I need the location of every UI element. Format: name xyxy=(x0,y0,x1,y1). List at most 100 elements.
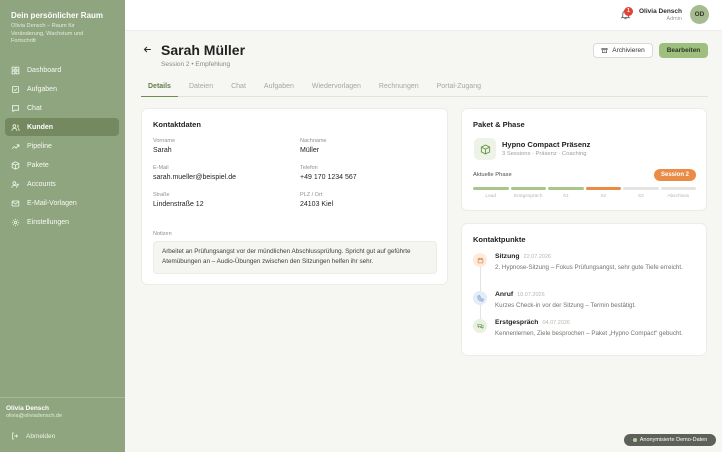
gear-icon xyxy=(11,219,20,227)
sidebar-nav: Dashboard Aufgaben Chat Kunden Pipeline Paket… xyxy=(5,61,119,233)
sidebar-item-label: Aufgaben xyxy=(27,85,57,93)
field-first-name: Vorname Sarah xyxy=(153,138,175,154)
notes-label: Notizen xyxy=(153,231,172,237)
phase-name: S1 xyxy=(562,194,569,199)
sidebar-item-kunden[interactable]: Kunden xyxy=(5,118,119,137)
sidebar-item-einstellungen[interactable]: Einstellungen xyxy=(5,214,119,232)
phase-name: S2 xyxy=(600,194,607,199)
page-subtitle: Session 2 • Empfehlung xyxy=(161,61,231,68)
users-icon xyxy=(11,124,20,131)
field-zip-city: PLZ / Ort 24103 Kiel xyxy=(300,192,333,208)
status-dot xyxy=(632,438,637,442)
field-email: E-Mail sarah.mueller@beispiel.de xyxy=(153,165,236,181)
tab-dateien[interactable]: Dateien xyxy=(182,80,220,97)
archive-button[interactable]: Archivieren xyxy=(593,43,653,58)
field-value[interactable]: sarah.mueller@beispiel.de xyxy=(153,174,236,181)
sidebar-item-label: Accounts xyxy=(27,181,56,189)
phase-segment xyxy=(660,187,696,190)
field-label: Vorname xyxy=(153,138,176,144)
sidebar-item-pipeline[interactable]: Pipeline xyxy=(5,137,119,155)
sidebar-item-pakete[interactable]: Pakete xyxy=(5,156,119,174)
contact-card: Kontaktdaten Vorname Sarah Nachname Müll… xyxy=(141,108,448,285)
brand-title: Dein persönlicher Raum xyxy=(11,11,104,20)
phase-label: Aktuelle Phase xyxy=(473,172,512,178)
chat-icon xyxy=(12,104,19,113)
field-last-name: Nachname Müller xyxy=(300,138,327,154)
topbar-user-role: Admin xyxy=(666,16,682,22)
field-label: PLZ / Ort xyxy=(300,192,323,198)
sidebar-item-accounts[interactable]: Accounts xyxy=(5,176,119,194)
touchpoints-heading: Kontaktpunkte xyxy=(473,235,526,244)
tab-chat[interactable]: Chat xyxy=(224,80,253,97)
avatar[interactable]: OD xyxy=(690,5,709,24)
topbar: 1 Olivia Densch Admin OD xyxy=(125,0,722,31)
sidebar-item-aufgaben[interactable]: Aufgaben xyxy=(5,80,119,98)
logout-button[interactable]: Abmelden xyxy=(6,432,119,440)
contact-heading: Kontaktdaten xyxy=(153,120,201,129)
tab-wiedervorlagen[interactable]: Wiedervorlagen xyxy=(305,80,368,97)
phase-segment xyxy=(585,187,621,190)
phase-name: Erstgespräch xyxy=(514,194,543,199)
field-value: Lindenstraße 12 xyxy=(153,201,204,208)
back-arrow-icon[interactable] xyxy=(143,45,152,54)
topbar-user-name: Olivia Densch xyxy=(639,8,682,15)
package-name: Hypno Compact Präsenz xyxy=(502,140,591,149)
sidebar-footer: Olivia Densch olivia@oliviadensch.de Abm… xyxy=(0,397,125,440)
phase-segment xyxy=(548,187,584,190)
notes-box: Arbeitet an Prüfungsangst vor der mündli… xyxy=(153,241,437,274)
field-label: Nachname xyxy=(300,138,327,144)
field-label: E-Mail xyxy=(153,165,169,171)
calendar-icon xyxy=(477,257,483,263)
touchpoint-type: Sitzung xyxy=(495,253,520,260)
field-value[interactable]: +49 170 1234 567 xyxy=(300,174,357,181)
phase-names: Lead Erstgespräch S1 S2 S3 Abschluss xyxy=(473,194,696,199)
topbar-user[interactable]: Olivia Densch Admin xyxy=(639,8,682,22)
touchpoint-date: 18.07.2026 xyxy=(517,292,545,298)
accounts-icon xyxy=(11,181,20,188)
phase-segment xyxy=(473,187,509,190)
touchpoint-text: Kurzes Check-in vor der Sitzung – Termin… xyxy=(495,302,636,309)
sidebar-item-label: Pakete xyxy=(27,161,49,169)
phase-name: Lead xyxy=(485,194,497,199)
sidebar-item-chat[interactable]: Chat xyxy=(5,99,119,117)
touchpoint-title: Erstgespräch 04.07.2026 xyxy=(495,319,570,326)
package-icon-box xyxy=(474,138,496,160)
sidebar-item-label: E-Mail-Vorlagen xyxy=(27,200,77,208)
field-street: Straße Lindenstraße 12 xyxy=(153,192,204,208)
sidebar-item-dashboard[interactable]: Dashboard xyxy=(5,61,119,79)
tab-details[interactable]: Details xyxy=(141,80,178,97)
field-label: Notizen xyxy=(153,231,172,237)
sidebar-user-email: olivia@oliviadensch.de xyxy=(6,413,63,419)
field-value: Sarah xyxy=(153,147,172,154)
mail-icon xyxy=(11,200,20,207)
touchpoints-card: Kontaktpunkte Sitzung 22.07.2026 2. Hypnos… xyxy=(461,223,707,356)
package-heading: Paket & Phase xyxy=(473,120,525,129)
sidebar-item-e-mail-vorlagen[interactable]: E-Mail-Vorlagen xyxy=(5,195,119,213)
sidebar-user-name: Olivia Densch xyxy=(6,405,49,412)
logout-icon xyxy=(12,432,19,440)
sidebar-item-label: Dashboard xyxy=(27,66,62,74)
sidebar-item-label: Kunden xyxy=(27,123,54,131)
tasks-icon xyxy=(12,85,19,93)
demo-data-badge: Anonymisierte Demo-Daten xyxy=(624,434,716,446)
edit-button[interactable]: Bearbeiten xyxy=(659,43,708,58)
touchpoint-type: Erstgespräch xyxy=(495,319,539,326)
package-icon xyxy=(480,143,490,155)
tab-rechnungen[interactable]: Rechnungen xyxy=(372,80,426,97)
touchpoint-icon-box xyxy=(473,253,487,267)
package-card: Paket & Phase Hypno Compact Präsenz 3 Se… xyxy=(461,108,707,211)
archive-label: Archivieren xyxy=(612,47,645,54)
phase-segment xyxy=(623,187,659,190)
field-value: Müller xyxy=(300,147,320,154)
tab-portal-zugang[interactable]: Portal-Zugang xyxy=(430,80,488,97)
tab-aufgaben[interactable]: Aufgaben xyxy=(257,80,301,97)
sidebar-item-label: Chat xyxy=(27,104,42,112)
package-meta: 3 Sessions · Präsenz · Coaching xyxy=(502,151,587,157)
conversation-icon xyxy=(477,323,483,329)
pipeline-icon xyxy=(11,144,20,149)
demo-data-label: Anonymisierte Demo-Daten xyxy=(639,437,708,443)
dashboard-icon xyxy=(11,66,20,74)
sidebar: Dein persönlicher Raum Olivia Densch – R… xyxy=(0,0,125,452)
package-icon xyxy=(11,161,20,170)
logout-label: Abmelden xyxy=(26,432,56,440)
